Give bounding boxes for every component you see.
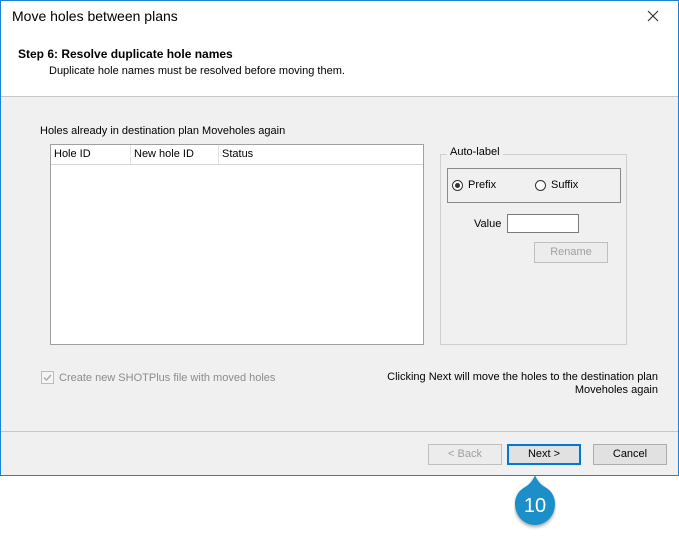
value-label: Value bbox=[474, 218, 502, 230]
back-button[interactable]: < Back bbox=[428, 444, 502, 465]
next-note-line1: Clicking Next will move the holes to the… bbox=[387, 371, 658, 383]
suffix-label: Suffix bbox=[551, 179, 579, 191]
title-bar: Move holes between plans bbox=[1, 1, 678, 32]
checkmark-icon bbox=[41, 371, 54, 384]
auto-label-title: Auto-label bbox=[447, 146, 503, 158]
holes-list[interactable]: Hole ID New hole ID Status bbox=[50, 144, 424, 345]
rename-button[interactable]: Rename bbox=[534, 242, 608, 263]
wizard-header: Step 6: Resolve duplicate hole names Dup… bbox=[1, 32, 678, 97]
prefix-label: Prefix bbox=[468, 179, 497, 191]
step-title: Step 6: Resolve duplicate hole names bbox=[18, 47, 233, 61]
callout-number: 10 bbox=[524, 495, 546, 517]
next-note: Clicking Next will move the holes to the… bbox=[387, 371, 658, 397]
holes-list-label: Holes already in destination plan Moveho… bbox=[40, 125, 286, 137]
value-input[interactable] bbox=[507, 214, 579, 233]
next-note-line2: Moveholes again bbox=[574, 384, 658, 396]
cancel-button[interactable]: Cancel bbox=[593, 444, 667, 465]
close-icon[interactable] bbox=[642, 5, 664, 27]
radio-unselected-icon bbox=[535, 179, 546, 191]
column-new-hole-id[interactable]: New hole ID bbox=[131, 145, 219, 164]
window-title: Move holes between plans bbox=[12, 8, 178, 24]
column-hole-id[interactable]: Hole ID bbox=[51, 145, 131, 164]
move-holes-dialog: Move holes between plans Step 6: Resolve… bbox=[0, 0, 679, 476]
list-header: Hole ID New hole ID Status bbox=[51, 145, 423, 165]
create-file-label: Create new SHOTPlus file with moved hole… bbox=[59, 371, 276, 384]
column-status[interactable]: Status bbox=[219, 145, 423, 164]
prefix-suffix-box: Prefix Suffix bbox=[447, 168, 621, 203]
step-callout-marker: 10 bbox=[514, 472, 556, 532]
create-file-checkbox[interactable]: Create new SHOTPlus file with moved hole… bbox=[41, 371, 275, 384]
suffix-radio[interactable]: Suffix bbox=[535, 179, 578, 191]
step-subtitle: Duplicate hole names must be resolved be… bbox=[49, 65, 345, 77]
radio-selected-icon bbox=[452, 179, 463, 191]
next-button[interactable]: Next > bbox=[507, 444, 581, 465]
footer-separator bbox=[1, 431, 678, 432]
prefix-radio[interactable]: Prefix bbox=[452, 179, 496, 191]
